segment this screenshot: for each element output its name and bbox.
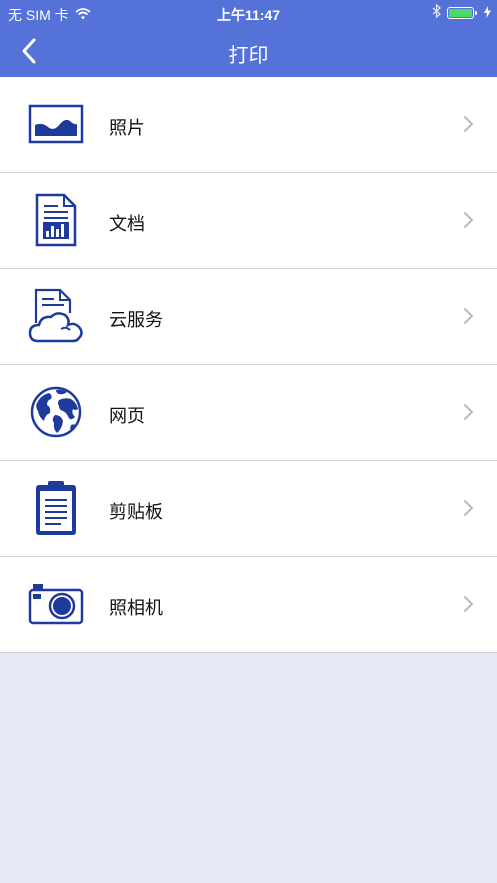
chevron-right-icon (464, 404, 473, 420)
chevron-right-icon (464, 500, 473, 516)
status-bar: 无 SIM 卡 上午11:47 (0, 0, 497, 26)
chevron-right-icon (464, 212, 473, 228)
list-item-cloud-service[interactable]: 云服务 (0, 269, 497, 365)
photo-icon (26, 93, 86, 155)
list-item-label: 照片 (109, 118, 145, 138)
list-item-document[interactable]: 文档 (0, 173, 497, 269)
chevron-right-icon (464, 116, 473, 132)
top-bar: 无 SIM 卡 上午11:47 打印 (0, 0, 497, 77)
list-item-label: 网页 (109, 406, 145, 426)
battery-icon (447, 6, 477, 19)
charging-icon (484, 5, 491, 21)
cloud-document-icon (26, 285, 86, 347)
list-item-label: 云服务 (109, 310, 163, 330)
globe-icon (26, 381, 86, 443)
print-source-list: 照片 文档 云服务 网页 剪贴板 照相机 (0, 77, 497, 653)
clipboard-icon (26, 477, 86, 539)
bluetooth-icon (432, 3, 441, 21)
list-item-webpage[interactable]: 网页 (0, 365, 497, 461)
chevron-right-icon (464, 596, 473, 612)
camera-icon (26, 573, 86, 635)
list-item-label: 文档 (109, 214, 145, 234)
clock: 上午11:47 (216, 7, 281, 23)
list-item-clipboard[interactable]: 剪贴板 (0, 461, 497, 557)
navigation-bar: 打印 (0, 26, 497, 77)
list-item-label: 照相机 (109, 598, 163, 618)
list-item-photo[interactable]: 照片 (0, 77, 497, 173)
list-item-camera[interactable]: 照相机 (0, 557, 497, 653)
document-icon (26, 189, 86, 251)
page-title: 打印 (228, 45, 269, 67)
list-item-label: 剪贴板 (109, 502, 163, 522)
chevron-right-icon (464, 308, 473, 324)
